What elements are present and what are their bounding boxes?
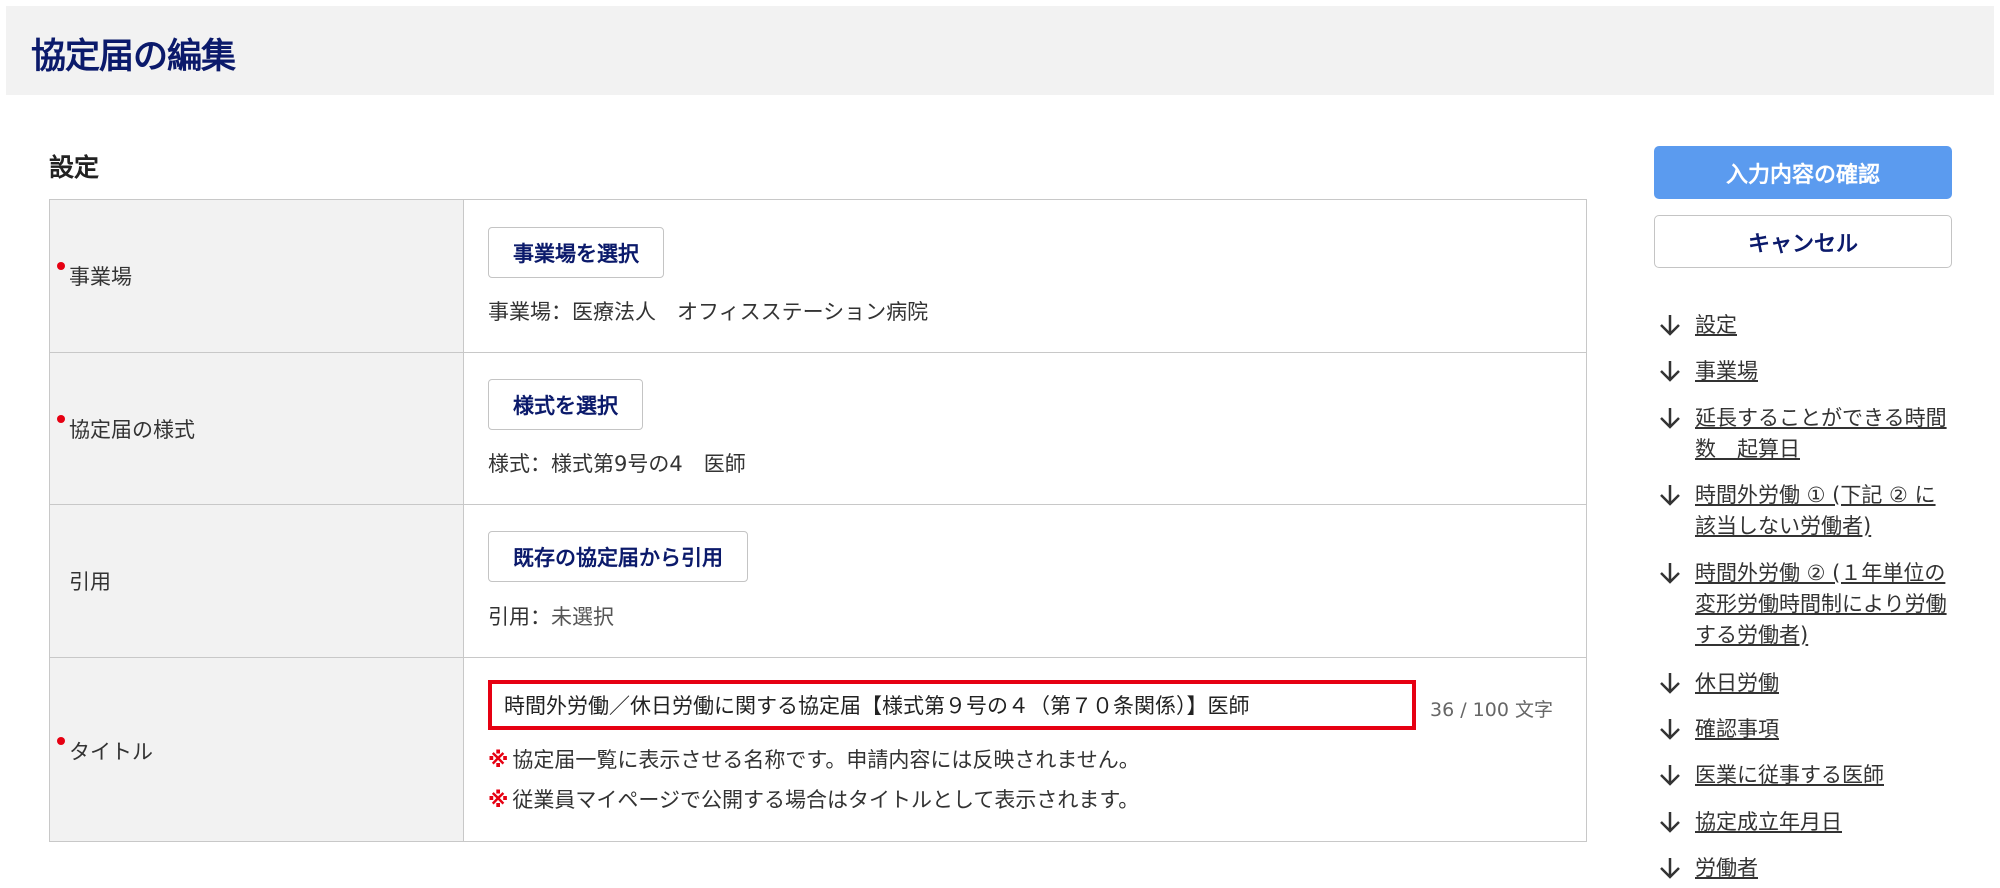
table-row-title: タイトル 時間外労働／休日労働に関する協定届【様式第９号の４（第７０条関係）】医… <box>49 657 1587 842</box>
value-cell: 事業場を選択 事業場：医療法人 オフィスステーション病院 <box>463 199 1587 353</box>
arrow-down-icon <box>1660 485 1680 506</box>
toc-item-label[interactable]: 時間外労働 ② (１年単位の変形労働時間制により労働する労働者) <box>1695 558 1953 651</box>
workplace-value-prefix: 事業場： <box>488 300 572 324</box>
label-cell: 協定届の様式 <box>49 352 464 505</box>
arrow-down-icon <box>1660 361 1680 382</box>
value-cell: 時間外労働／休日労働に関する協定届【様式第９号の４（第７０条関係）】医師 36 … <box>463 657 1587 842</box>
toc-item-label[interactable]: 時間外労働 ① (下記 ② に該当しない労働者) <box>1695 480 1953 542</box>
arrow-down-icon <box>1660 719 1680 740</box>
form-type-value-text: 様式第9号の4 医師 <box>551 452 746 476</box>
title-note-1: ※ 協定届一覧に表示させる名称です。申請内容には反映されません。 <box>488 744 1140 774</box>
toc-item-label[interactable]: 確認事項 <box>1695 714 1953 745</box>
required-marker <box>57 415 65 423</box>
value-cell: 様式を選択 様式：様式第9号の4 医師 <box>463 352 1587 505</box>
citation-label: 引用 <box>69 570 111 594</box>
table-row-form-type: 協定届の様式 様式を選択 様式：様式第9号の4 医師 <box>49 352 1587 505</box>
settings-table: 事業場 事業場を選択 事業場：医療法人 オフィスステーション病院 協定届の様式 … <box>49 199 1587 842</box>
page-header: 協定届の編集 <box>6 6 1994 95</box>
title-note-1-text: 協定届一覧に表示させる名称です。申請内容には反映されません。 <box>512 748 1140 772</box>
toc-item-label[interactable]: 労働者 <box>1695 853 1953 884</box>
character-counter: 36 / 100 文字 <box>1430 699 1553 721</box>
page-title: 協定届の編集 <box>31 37 236 77</box>
citation-value-text: 未選択 <box>551 605 614 629</box>
title-label: タイトル <box>69 740 153 764</box>
toc-item-label[interactable]: 延長することができる時間数 起算日 <box>1695 403 1953 465</box>
toc-item-label[interactable]: 医業に従事する医師 <box>1695 760 1953 791</box>
note-mark: ※ <box>488 748 509 772</box>
arrow-down-icon <box>1660 765 1680 786</box>
note-mark: ※ <box>488 788 509 812</box>
workplace-value: 事業場：医療法人 オフィスステーション病院 <box>488 296 928 326</box>
title-note-2: ※ 従業員マイページで公開する場合はタイトルとして表示されます。 <box>488 784 1139 814</box>
required-marker <box>57 737 65 745</box>
select-workplace-button[interactable]: 事業場を選択 <box>488 227 664 278</box>
toc-item-label[interactable]: 事業場 <box>1695 356 1953 387</box>
select-form-type-button[interactable]: 様式を選択 <box>488 379 643 430</box>
citation-value-prefix: 引用： <box>488 605 551 629</box>
cite-existing-button[interactable]: 既存の協定届から引用 <box>488 531 748 582</box>
form-type-label: 協定届の様式 <box>69 418 195 442</box>
title-input[interactable]: 時間外労働／休日労働に関する協定届【様式第９号の４（第７０条関係）】医師 <box>488 680 1416 730</box>
arrow-down-icon <box>1660 858 1680 879</box>
arrow-down-icon <box>1660 408 1680 429</box>
toc-item-label[interactable]: 協定成立年月日 <box>1695 807 1953 838</box>
label-cell: 事業場 <box>49 199 464 353</box>
arrow-down-icon <box>1660 812 1680 833</box>
workplace-value-text: 医療法人 オフィスステーション病院 <box>572 300 929 324</box>
label-cell: 引用 <box>49 504 464 658</box>
label-cell: タイトル <box>49 657 464 842</box>
toc-item-label[interactable]: 休日労働 <box>1695 668 1953 699</box>
title-note-2-text: 従業員マイページで公開する場合はタイトルとして表示されます。 <box>512 788 1140 812</box>
confirm-input-button[interactable]: 入力内容の確認 <box>1654 146 1952 199</box>
table-row-workplace: 事業場 事業場を選択 事業場：医療法人 オフィスステーション病院 <box>49 199 1587 353</box>
arrow-down-icon <box>1660 563 1680 584</box>
form-type-value-prefix: 様式： <box>488 452 551 476</box>
arrow-down-icon <box>1660 673 1680 694</box>
workplace-label: 事業場 <box>69 265 132 289</box>
arrow-down-icon <box>1660 315 1680 336</box>
form-type-value: 様式：様式第9号の4 医師 <box>488 448 746 478</box>
section-title: 設定 <box>49 153 100 182</box>
value-cell: 既存の協定届から引用 引用：未選択 <box>463 504 1587 658</box>
table-row-citation: 引用 既存の協定届から引用 引用：未選択 <box>49 504 1587 658</box>
cancel-button[interactable]: キャンセル <box>1654 215 1952 268</box>
toc-item-label[interactable]: 設定 <box>1695 310 1953 341</box>
required-marker <box>57 262 65 270</box>
citation-value: 引用：未選択 <box>488 601 614 631</box>
